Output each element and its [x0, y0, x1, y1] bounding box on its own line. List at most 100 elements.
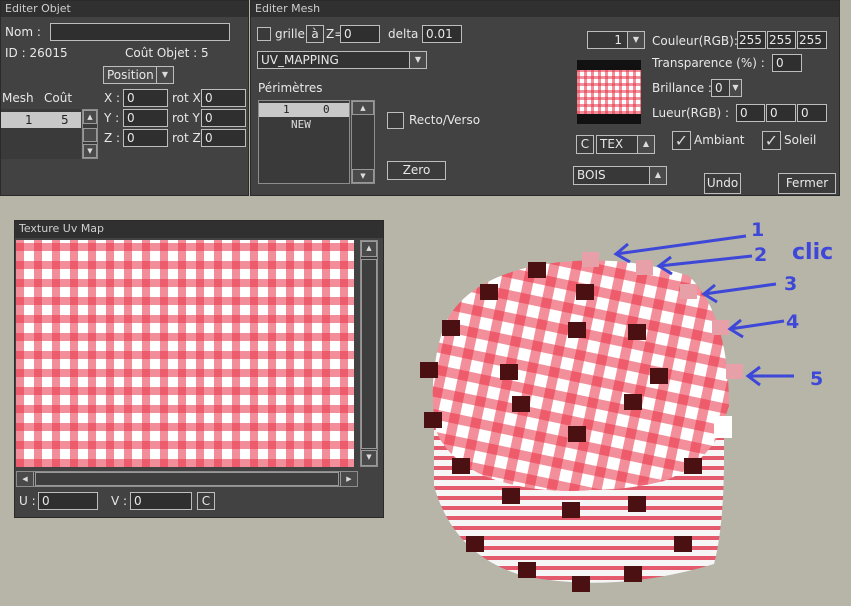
index-select[interactable]: 1 ▼	[587, 31, 645, 49]
annotation-4: 4	[786, 311, 800, 333]
annotation-clic: clic	[792, 240, 834, 265]
annotation-2: 2	[754, 244, 768, 266]
x-label: X :	[104, 91, 121, 105]
scroll-up-icon[interactable]: ▲	[361, 241, 377, 257]
mesh-list-scrollbar[interactable]: ▲ ▼	[82, 109, 98, 159]
uv-c-button[interactable]: C	[197, 492, 215, 510]
z-label: Z :	[104, 131, 121, 145]
editer-mesh-panel: Editer Mesh grille à Z= 0 delta 0.01 UV_…	[250, 0, 840, 196]
perimetres-row-col1: NEW	[291, 118, 311, 131]
scroll-up-icon[interactable]: ▲	[83, 110, 97, 124]
rotz-label: rot Z	[172, 131, 201, 145]
mode-select[interactable]: Position ▼	[103, 66, 174, 84]
scroll-down-icon[interactable]: ▼	[83, 144, 97, 158]
rotx-label: rot X	[172, 91, 201, 105]
rotz-input[interactable]: 0	[201, 129, 246, 147]
couleur-r-input[interactable]: 255	[737, 31, 766, 49]
editer-objet-title: Editer Objet	[1, 1, 248, 17]
cout-column-header: Coût	[44, 91, 73, 105]
couleur-g-input[interactable]: 255	[767, 31, 796, 49]
nom-label: Nom :	[5, 25, 41, 39]
editer-objet-panel: Editer Objet Nom : ID : 26015 Coût Objet…	[0, 0, 249, 196]
mesh-list[interactable]: 1 5	[1, 109, 81, 159]
perimetres-list[interactable]: 1 0 NEW	[258, 100, 350, 184]
cout-objet-text: Coût Objet : 5	[125, 46, 209, 60]
undo-button[interactable]: Undo	[704, 173, 741, 194]
editer-mesh-title: Editer Mesh	[251, 1, 839, 17]
scroll-left-icon[interactable]: ◀	[17, 472, 34, 486]
chevron-up-icon: ▲	[637, 136, 654, 153]
perimetres-row[interactable]: 1 0	[259, 103, 349, 117]
ambiant-label: Ambiant	[694, 133, 745, 147]
z-level-input[interactable]: 0	[340, 25, 380, 43]
nom-input[interactable]	[50, 23, 230, 41]
chevron-down-icon: ▼	[156, 67, 173, 83]
scroll-thumb[interactable]	[83, 128, 97, 142]
soleil-label: Soleil	[784, 133, 817, 147]
mesh-list-row[interactable]: 1 5	[1, 112, 81, 128]
mapping-select-value: UV_MAPPING	[261, 53, 339, 67]
index-select-value: 1	[614, 33, 622, 47]
lueur-r-input[interactable]: 0	[736, 104, 765, 122]
scroll-right-icon[interactable]: ▶	[340, 472, 357, 486]
lueur-label: Lueur(RGB) :	[652, 106, 730, 120]
u-input[interactable]: 0	[38, 492, 98, 510]
chevron-down-icon: ▼	[627, 32, 644, 48]
annotation-3: 3	[784, 273, 798, 295]
delta-input[interactable]: 0.01	[422, 25, 462, 43]
perimetres-label: Périmètres	[258, 81, 323, 95]
chevron-down-icon: ▼	[729, 80, 741, 96]
uv-vertical-scrollbar[interactable]: ▲ ▼	[360, 240, 378, 467]
perimetres-row-col1: 1	[283, 103, 290, 116]
mesh-column-header: Mesh	[2, 91, 34, 105]
transparence-label: Transparence (%) :	[652, 56, 765, 70]
annotation-1: 1	[751, 219, 765, 241]
delta-label: delta	[388, 27, 419, 41]
zero-button[interactable]: Zero	[387, 161, 446, 180]
y-input[interactable]: 0	[123, 109, 168, 127]
v-input[interactable]: 0	[130, 492, 192, 510]
material-select[interactable]: BOIS ▲	[573, 166, 667, 185]
couleur-b-input[interactable]: 255	[797, 31, 827, 49]
mesh-row-cout: 5	[61, 113, 69, 127]
scroll-down-icon[interactable]: ▼	[361, 450, 377, 466]
uv-horizontal-scrollbar[interactable]: ◀ ▶	[16, 471, 358, 487]
rotx-input[interactable]: 0	[201, 89, 246, 107]
y-label: Y :	[104, 111, 120, 125]
perimetres-row-col2: 0	[323, 103, 330, 116]
lueur-g-input[interactable]: 0	[766, 104, 796, 122]
cake-model	[420, 234, 794, 592]
recto-verso-checkbox[interactable]	[387, 112, 404, 129]
grille-checkbox[interactable]	[257, 27, 271, 41]
white-vertex	[714, 416, 732, 438]
z-input[interactable]: 0	[123, 129, 168, 147]
mapping-select[interactable]: UV_MAPPING ▼	[257, 51, 427, 69]
roty-label: rot Y	[172, 111, 200, 125]
brillance-label: Brillance :	[652, 81, 712, 95]
x-input[interactable]: 0	[123, 89, 168, 107]
perimetres-row[interactable]: NEW	[259, 118, 349, 132]
soleil-checkbox[interactable]: ✓	[762, 131, 781, 150]
a-button[interactable]: à	[306, 25, 324, 43]
uv-texture-canvas[interactable]	[16, 240, 354, 467]
viewport-3d[interactable]: 1 2 clic 3 4 5	[384, 196, 851, 606]
scroll-thumb[interactable]	[361, 259, 377, 449]
grille-label: grille	[275, 27, 305, 41]
scroll-thumb[interactable]	[35, 472, 339, 486]
fermer-button[interactable]: Fermer	[778, 173, 836, 194]
brillance-select[interactable]: 0 ▼	[711, 79, 742, 97]
tex-select-value: TEX	[600, 137, 624, 151]
mesh-row-mesh: 1	[25, 113, 33, 127]
scroll-up-icon[interactable]: ▲	[352, 101, 374, 115]
c-button[interactable]: C	[576, 135, 594, 154]
scroll-down-icon[interactable]: ▼	[352, 169, 374, 183]
recto-verso-label: Recto/Verso	[409, 113, 481, 127]
texture-uv-map-title: Texture Uv Map	[15, 221, 383, 238]
lueur-b-input[interactable]: 0	[797, 104, 827, 122]
tex-select[interactable]: TEX ▲	[596, 135, 655, 154]
roty-input[interactable]: 0	[201, 109, 246, 127]
perimetres-scrollbar[interactable]: ▲ ▼	[351, 100, 375, 184]
annotation-5: 5	[810, 368, 824, 390]
ambiant-checkbox[interactable]: ✓	[672, 131, 691, 150]
transparence-input[interactable]: 0	[772, 54, 802, 72]
